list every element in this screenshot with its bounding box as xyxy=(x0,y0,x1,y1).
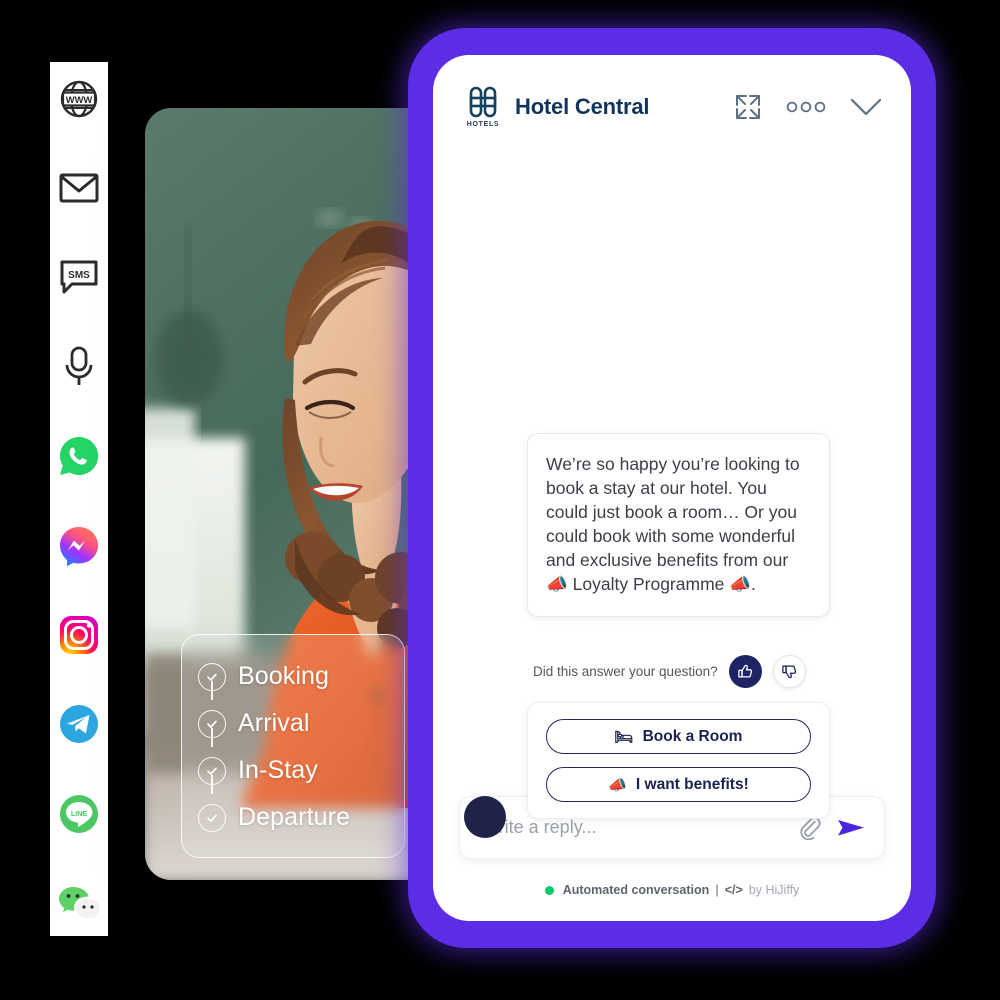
whatsapp-icon[interactable] xyxy=(56,433,102,479)
bot-message-text: We’re so happy you’re looking to book a … xyxy=(546,454,800,594)
chat-widget: HOTELS Hotel Central We’re so happy you’… xyxy=(433,55,911,921)
hotel-logo-icon xyxy=(469,86,497,118)
journey-step-label: Booking xyxy=(238,662,330,690)
journey-step: Booking xyxy=(198,653,390,700)
quick-reply-label: I want benefits! xyxy=(635,775,749,793)
journey-step: Departure xyxy=(198,794,390,841)
journey-step: In-Stay xyxy=(198,747,390,794)
guest-journey-card: Booking Arrival In-Stay Departure xyxy=(181,634,405,858)
widget-footer: Automated conversation | </> by HiJiffy xyxy=(433,859,911,921)
check-circle-icon xyxy=(198,662,226,691)
feedback-row: Did this answer your question? xyxy=(533,655,806,688)
journey-step: Arrival xyxy=(198,700,390,747)
thumbs-up-icon[interactable] xyxy=(728,655,762,688)
bed-icon: 🛏 xyxy=(614,728,634,746)
svg-text:WWW: WWW xyxy=(66,94,93,105)
status-dot-icon xyxy=(544,885,554,895)
megaphone-icon: 📣 xyxy=(608,776,627,794)
svg-text:SMS: SMS xyxy=(68,270,90,281)
hotel-logo: HOTELS xyxy=(465,85,501,128)
check-circle-icon xyxy=(198,803,226,832)
thumbs-down-icon[interactable] xyxy=(772,655,806,688)
journey-step-label: Arrival xyxy=(238,709,310,737)
bot-message-bubble: We’re so happy you’re looking to book a … xyxy=(527,433,830,617)
lifestyle-photo-card: Booking Arrival In-Stay Departure xyxy=(145,108,445,880)
chat-message-list: We’re so happy you’re looking to book a … xyxy=(433,136,911,838)
quick-reply-book-a-room[interactable]: 🛏 Book a Room xyxy=(546,719,811,754)
facebook-messenger-icon[interactable] xyxy=(56,523,102,569)
quick-reply-card: 🛏 Book a Room 📣 I want benefits! xyxy=(527,702,830,819)
send-icon[interactable] xyxy=(836,815,866,841)
expand-icon[interactable] xyxy=(733,92,763,122)
svg-text:LINE: LINE xyxy=(71,809,88,818)
automation-status: Automated conversation xyxy=(562,883,710,897)
header-actions xyxy=(733,92,883,122)
quick-reply-i-want-benefits[interactable]: 📣 I want benefits! xyxy=(546,767,811,802)
journey-step-label: In-Stay xyxy=(238,756,318,784)
page-title: Hotel Central xyxy=(515,93,650,119)
chevron-down-icon[interactable] xyxy=(849,96,883,118)
code-glyph-icon: </> xyxy=(724,883,743,897)
chat-header: HOTELS Hotel Central xyxy=(433,55,911,136)
vendor-credit: by HiJiffy xyxy=(748,883,800,897)
bot-avatar xyxy=(464,796,506,838)
line-icon[interactable]: LINE xyxy=(56,791,102,837)
voice-microphone-icon[interactable] xyxy=(56,344,102,390)
telegram-icon[interactable] xyxy=(56,701,102,747)
feedback-question: Did this answer your question? xyxy=(533,664,718,679)
footer-separator: | xyxy=(715,883,719,897)
check-circle-icon xyxy=(198,709,226,738)
email-icon[interactable] xyxy=(56,165,102,211)
journey-step-label: Departure xyxy=(238,803,351,831)
quick-reply-label: Book a Room xyxy=(642,727,743,745)
hotel-logo-caption: HOTELS xyxy=(466,121,500,128)
sms-icon[interactable]: SMS xyxy=(56,255,102,301)
more-options-icon[interactable] xyxy=(785,100,827,114)
reply-input[interactable] xyxy=(482,817,783,838)
check-circle-icon xyxy=(198,756,226,785)
instagram-icon[interactable] xyxy=(56,612,102,658)
channel-rail: WWW SMS LINE xyxy=(50,62,108,936)
website-www-icon[interactable]: WWW xyxy=(56,76,102,122)
wechat-icon[interactable] xyxy=(56,880,102,926)
